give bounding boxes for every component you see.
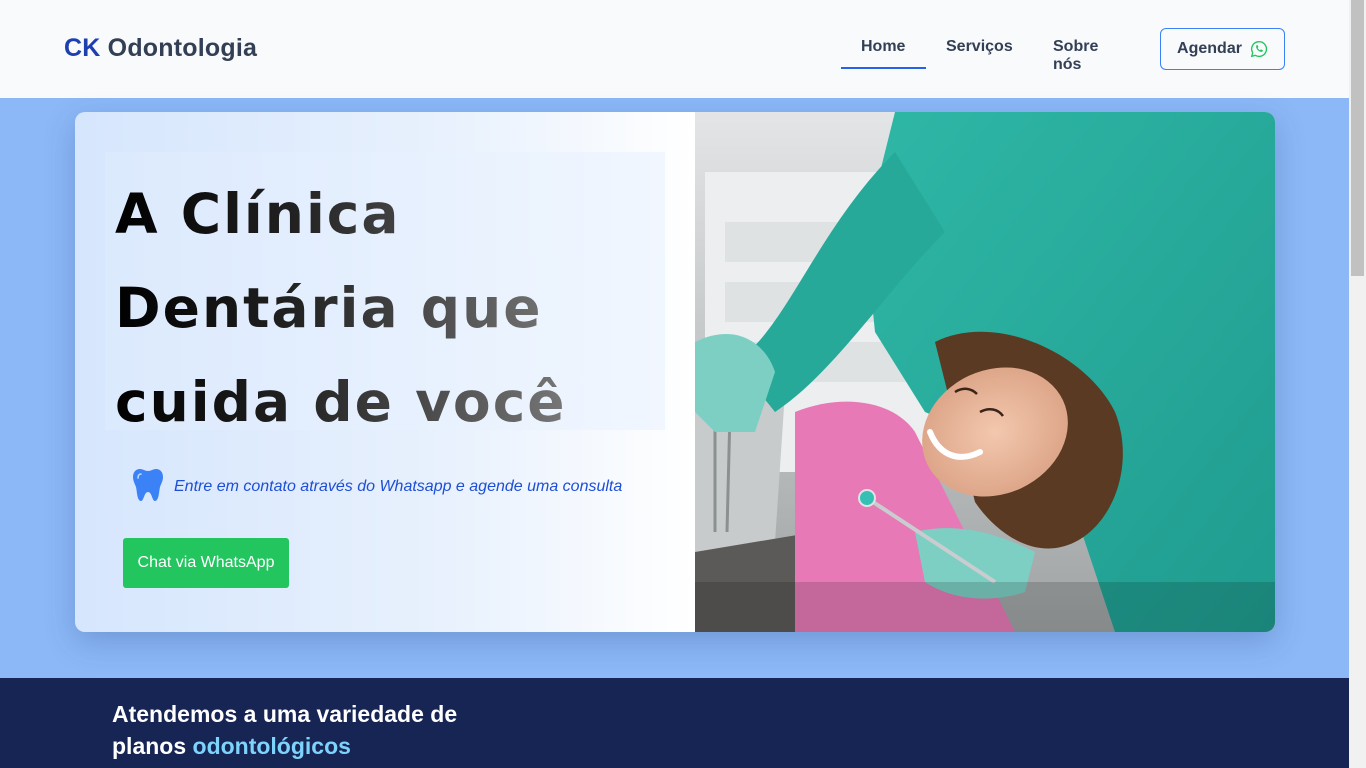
- hero-headline: A Clínica Dentária que cuida de você: [115, 167, 567, 449]
- brand-suffix: Odontologia: [107, 34, 258, 62]
- brand-prefix: CK: [64, 34, 101, 62]
- nav-item-sobre-nos[interactable]: Sobre nós: [1053, 38, 1098, 74]
- page-scrollbar[interactable]: [1349, 0, 1366, 768]
- chat-whatsapp-button[interactable]: Chat via WhatsApp: [123, 538, 289, 588]
- plans-section: Atendemos a uma variedade de planos odon…: [0, 678, 1349, 768]
- hero-tagline: Entre em contato através do Whatsapp e a…: [174, 478, 623, 495]
- headline-line-1: A Clínica: [115, 182, 401, 246]
- hero-section: A Clínica Dentária que cuida de você Ent…: [75, 112, 1275, 632]
- brand-logo[interactable]: CK Odontologia: [64, 34, 257, 63]
- agendar-label: Agendar: [1177, 40, 1242, 57]
- navbar: CK Odontologia Home Serviços Sobre nós A…: [0, 0, 1349, 98]
- plans-title: Atendemos a uma variedade de planos odon…: [112, 698, 457, 762]
- scrollbar-thumb[interactable]: [1351, 0, 1364, 276]
- tooth-icon: [133, 469, 163, 501]
- nav-active-indicator: [841, 67, 926, 69]
- plans-title-highlight: odontológicos: [192, 733, 351, 759]
- headline-line-2: Dentária que: [115, 276, 543, 340]
- hero-photo-illustration: [695, 112, 1275, 632]
- nav-item-home[interactable]: Home: [861, 38, 905, 56]
- hero-text-panel: A Clínica Dentária que cuida de você Ent…: [75, 112, 695, 632]
- whatsapp-icon: [1250, 40, 1268, 58]
- plans-title-line-1: Atendemos a uma variedade de: [112, 701, 458, 727]
- nav-item-servicos[interactable]: Serviços: [946, 38, 1013, 56]
- dentist-with-smiling-patient-photo: [695, 112, 1275, 632]
- agendar-button[interactable]: Agendar: [1160, 28, 1285, 70]
- plans-title-prefix: planos: [112, 733, 187, 759]
- headline-line-3: cuida de você: [115, 370, 567, 434]
